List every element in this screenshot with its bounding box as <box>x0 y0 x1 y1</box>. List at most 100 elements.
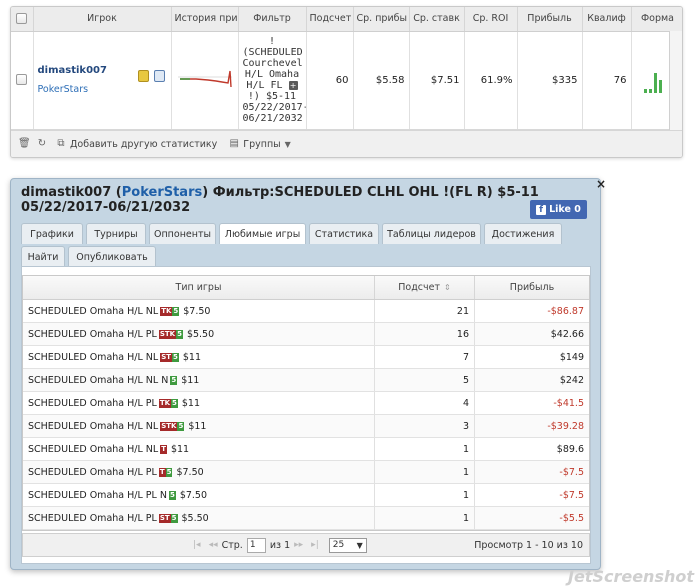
page-input[interactable]: 1 <box>246 537 266 553</box>
header-avg-profit[interactable]: Ср. прибы <box>353 7 410 32</box>
groups-button[interactable]: ▤ Группы ▼ <box>229 139 291 150</box>
player-room-link[interactable]: PokerStars <box>38 84 167 95</box>
filter-line: (SCHEDULED <box>242 47 303 58</box>
game-count: 1 <box>375 507 475 529</box>
game-badge: STK <box>160 421 178 431</box>
row-checkbox[interactable] <box>16 74 28 86</box>
game-type-text: SCHEDULED Omaha H/L NL <box>28 420 159 432</box>
header-forma[interactable]: Форма <box>631 7 682 32</box>
profile-card-icon[interactable] <box>153 69 165 82</box>
game-count: 4 <box>375 392 475 414</box>
plus-icon[interactable]: + <box>288 81 298 90</box>
first-page-icon[interactable]: |◂ <box>193 540 201 550</box>
stats-header-row: Игрок История при Фильтр Подсчет Ср. при… <box>11 7 682 32</box>
game-type-cell: SCHEDULED Omaha H/L NL STK 5 $11 <box>23 415 375 437</box>
header-filter[interactable]: Фильтр <box>238 7 307 32</box>
copy-icon: ⧉ <box>57 138 65 149</box>
table-row[interactable]: SCHEDULED Omaha H/L PL STK 5 $5.50 16 $42.66 <box>23 323 589 346</box>
table-row[interactable]: SCHEDULED Omaha H/L NL N 5 $11 5 $242 <box>23 369 589 392</box>
grid-body: SCHEDULED Omaha H/L NL TK 5 $7.50 21 -$86.87 S… <box>23 300 589 530</box>
close-icon[interactable]: × <box>596 177 606 191</box>
tab-tournaments[interactable]: Турниры <box>86 223 146 244</box>
facebook-like-button[interactable]: f Like 0 <box>530 200 587 219</box>
game-type-cell: SCHEDULED Omaha H/L NL N 5 $11 <box>23 369 375 391</box>
tab-search[interactable]: Найти <box>21 246 65 267</box>
game-profit: $42.66 <box>550 328 584 340</box>
game-type-text: SCHEDULED Omaha H/L PL <box>28 397 157 409</box>
game-type-cell: SCHEDULED Omaha H/L NL ST 5 $11 <box>23 346 375 368</box>
add-stats-label: Добавить другую статистику <box>70 138 218 150</box>
pager-summary: Просмотр 1 - 10 из 10 <box>474 539 583 551</box>
stats-row: dimastik007 PokerStars ! (SCHEDULED Cour… <box>11 31 682 130</box>
add-stats-button[interactable]: ⧉ Добавить другую статистику <box>56 139 217 150</box>
game-stake: $7.50 <box>183 305 211 317</box>
table-row[interactable]: SCHEDULED Omaha H/L NL TK 5 $7.50 21 -$86.87 <box>23 300 589 323</box>
page-size-select[interactable]: 25 ▼ <box>328 537 367 553</box>
table-row[interactable]: SCHEDULED Omaha H/L PL ST 5 $5.50 1 -$5.5 <box>23 507 589 530</box>
dialog-title: dimastik007 (PokerStars) Фильтр:SCHEDULE… <box>21 185 539 215</box>
game-type-cell: SCHEDULED Omaha H/L NL TK 5 $7.50 <box>23 300 375 322</box>
table-row[interactable]: SCHEDULED Omaha H/L PL N 5 $7.50 1 -$7.5 <box>23 484 589 507</box>
game-badge: 5 <box>170 513 178 523</box>
tab-opponents[interactable]: Оппоненты <box>149 223 216 244</box>
game-badge: 5 <box>176 329 183 339</box>
chevron-down-icon: ▼ <box>284 139 291 149</box>
table-row[interactable]: SCHEDULED Omaha H/L NL STK 5 $11 3 -$39.28 <box>23 415 589 438</box>
tab-favorite-games[interactable]: Любимые игры <box>219 223 306 244</box>
forma-bar <box>658 80 662 93</box>
history-cell[interactable] <box>171 31 239 130</box>
table-row[interactable]: SCHEDULED Omaha H/L NL T $11 1 $89.6 <box>23 438 589 461</box>
title-dates: 05/22/2017-06/21/2032 <box>21 200 191 215</box>
game-type-cell: SCHEDULED Omaha H/L PL ST 5 $5.50 <box>23 507 375 529</box>
header-profit-sort[interactable]: Прибыль <box>475 276 589 299</box>
forma-bar <box>653 73 657 93</box>
qualif-value: 76 <box>582 31 632 130</box>
tab-achievements[interactable]: Достижения <box>484 223 562 244</box>
game-badges: 5 <box>170 375 178 385</box>
header-select-all[interactable] <box>11 7 34 32</box>
header-qualif[interactable]: Квалиф <box>582 7 632 32</box>
header-history[interactable]: История при <box>171 7 239 32</box>
game-badges: T5 <box>158 467 173 477</box>
header-avg-roi[interactable]: Ср. ROI <box>464 7 518 32</box>
table-row[interactable]: SCHEDULED Omaha H/L NL ST 5 $11 7 $149 <box>23 346 589 369</box>
game-badges: STK 5 <box>160 421 185 431</box>
horizontal-scrollbar[interactable] <box>669 31 682 130</box>
game-profit: -$86.87 <box>547 305 584 317</box>
game-badge: ST <box>158 513 171 523</box>
tab-statistics[interactable]: Статистика <box>309 223 379 244</box>
trash-icon[interactable]: 🗑 <box>18 139 31 149</box>
header-count[interactable]: Подсчет <box>306 7 354 32</box>
page-label: Стр. <box>221 539 243 551</box>
next-page-icon[interactable]: ▸▸ <box>294 540 303 550</box>
select-all-checkbox[interactable] <box>16 13 28 25</box>
game-stake: $7.50 <box>176 466 204 478</box>
header-player[interactable]: Игрок <box>33 7 172 32</box>
game-badges: ST 5 <box>160 352 179 362</box>
game-count: 1 <box>375 438 475 460</box>
filter-line: 05/22/2017- <box>242 102 306 113</box>
title-room-link[interactable]: PokerStars <box>122 185 202 200</box>
header-game-type[interactable]: Тип игры <box>23 276 375 299</box>
filter-line: H/L Omaha <box>244 69 300 80</box>
tab-content: Тип игры Подсчет ⇕ Прибыль SCHEDULED Omah… <box>21 266 591 564</box>
refresh-icon[interactable]: ↻ <box>37 139 47 149</box>
game-count: 21 <box>375 300 475 322</box>
header-avg-stake[interactable]: Ср. ставк <box>409 7 465 32</box>
header-count-sort[interactable]: Подсчет ⇕ <box>375 276 475 299</box>
game-type-cell: SCHEDULED Omaha H/L PL T 5 $7.50 <box>23 461 375 483</box>
tab-leaderboards[interactable]: Таблицы лидеров <box>382 223 481 244</box>
header-profit[interactable]: Прибыль <box>517 7 583 32</box>
prev-page-icon[interactable]: ◂◂ <box>209 540 218 550</box>
game-badges: T <box>160 444 167 454</box>
game-profit: -$39.28 <box>547 420 584 432</box>
medal-icon[interactable] <box>138 69 150 82</box>
tab-charts[interactable]: Графики <box>21 223 83 244</box>
last-page-icon[interactable]: ▸| <box>311 540 319 550</box>
game-count: 7 <box>375 346 475 368</box>
game-badges: TK 5 <box>158 398 178 408</box>
table-row[interactable]: SCHEDULED Omaha H/L PL TK 5 $11 4 -$41.5 <box>23 392 589 415</box>
table-row[interactable]: SCHEDULED Omaha H/L PL T 5 $7.50 1 -$7.5 <box>23 461 589 484</box>
game-badge: TK <box>160 306 173 316</box>
tab-publish[interactable]: Опубликовать <box>68 246 156 267</box>
